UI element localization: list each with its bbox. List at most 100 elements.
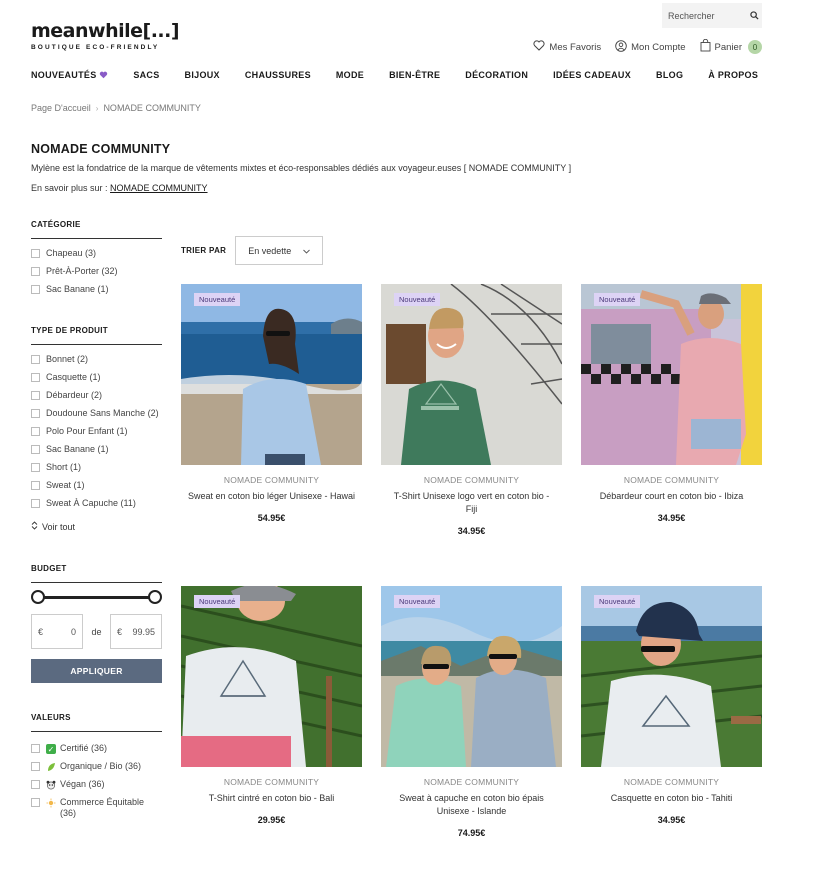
- product-brand[interactable]: NOMADE COMMUNITY: [181, 777, 362, 787]
- slider-max-handle[interactable]: [148, 590, 162, 604]
- chevron-updown-icon: [31, 521, 38, 532]
- bag-icon: [700, 38, 711, 55]
- nav-item-8[interactable]: BLOG: [656, 70, 683, 80]
- product-name[interactable]: T-Shirt cintré en coton bio - Bali: [181, 792, 362, 805]
- filter-option[interactable]: Sweat (1): [31, 480, 162, 491]
- breadcrumb-current: NOMADE COMMUNITY: [103, 103, 201, 113]
- filter-option[interactable]: Commerce Équitable (36): [31, 797, 162, 819]
- product-card[interactable]: Nouveauté NOMADE COMMUNITY Sweat à capuche…: [381, 586, 562, 869]
- favorites-link[interactable]: Mes Favoris: [533, 40, 601, 54]
- new-badge: Nouveauté: [194, 293, 241, 306]
- filter-option-label: Débardeur (2): [46, 390, 103, 400]
- breadcrumb: Page D'accueil › NOMADE COMMUNITY: [31, 103, 201, 113]
- product-name[interactable]: Sweat à capuche en coton bio épais Unise…: [381, 792, 562, 818]
- nav-item-label: CHAUSSURES: [244, 70, 311, 80]
- search-icon[interactable]: [746, 8, 762, 24]
- product-name[interactable]: T-Shirt Unisexe logo vert en coton bio -…: [381, 490, 562, 516]
- product-name[interactable]: Sweat en coton bio léger Unisexe - Hawai: [181, 490, 362, 503]
- search-placeholder: Rechercher: [668, 10, 715, 21]
- nav-item-3[interactable]: CHAUSSURES: [245, 70, 311, 80]
- cart-link[interactable]: Panier 0: [700, 38, 762, 55]
- checkbox[interactable]: [31, 355, 40, 364]
- product-image[interactable]: Nouveauté: [381, 284, 562, 465]
- product-image[interactable]: Nouveauté: [181, 284, 362, 465]
- nav-item-label: BLOG: [656, 70, 684, 80]
- green-check-icon: ✓: [46, 744, 56, 754]
- product-name[interactable]: Casquette en coton bio - Tahiti: [581, 792, 762, 805]
- product-card[interactable]: Nouveauté NOMADE COMMUNITY Sweat en coton …: [181, 284, 362, 586]
- checkbox[interactable]: [31, 445, 40, 454]
- slider-min-handle[interactable]: [31, 590, 45, 604]
- product-brand[interactable]: NOMADE COMMUNITY: [581, 777, 762, 787]
- nav-item-6[interactable]: DÉCORATION: [465, 70, 528, 80]
- filter-option-label: Sac Banane (1): [46, 284, 109, 294]
- apply-button[interactable]: APPLIQUER: [31, 659, 162, 683]
- filter-option[interactable]: Débardeur (2): [31, 390, 162, 401]
- nav-item-7[interactable]: IDÉES CADEAUX: [553, 70, 631, 80]
- checkbox[interactable]: [31, 285, 40, 294]
- product-image[interactable]: Nouveauté: [381, 586, 562, 767]
- product-card[interactable]: Nouveauté NOMADE COMMUNITY Casquette en co…: [581, 586, 762, 869]
- price-range-slider[interactable]: [31, 589, 162, 605]
- checkbox[interactable]: [31, 798, 40, 807]
- checkbox[interactable]: [31, 762, 40, 771]
- filter-option[interactable]: Sac Banane (1): [31, 444, 162, 455]
- checkbox[interactable]: [31, 481, 40, 490]
- filter-option[interactable]: Casquette (1): [31, 372, 162, 383]
- product-image[interactable]: Nouveauté: [581, 284, 762, 465]
- checkbox[interactable]: [31, 373, 40, 382]
- new-badge: Nouveauté: [194, 595, 241, 608]
- new-badge: Nouveauté: [594, 293, 641, 306]
- filter-option-label: Polo Pour Enfant (1): [46, 426, 128, 436]
- checkbox[interactable]: [31, 267, 40, 276]
- nav-item-0[interactable]: NOUVEAUTÉS: [31, 70, 108, 80]
- product-card[interactable]: Nouveauté NOMADE COMMUNITY T-Shirt cintré …: [181, 586, 362, 869]
- checkbox[interactable]: [31, 249, 40, 258]
- checkbox[interactable]: [31, 409, 40, 418]
- account-link[interactable]: Mon Compte: [615, 39, 686, 55]
- product-brand[interactable]: NOMADE COMMUNITY: [581, 475, 762, 485]
- filter-type-title: TYPE DE PRODUIT: [31, 326, 162, 345]
- product-brand[interactable]: NOMADE COMMUNITY: [381, 777, 562, 787]
- product-card[interactable]: Nouveauté NOMADE COMMUNITY Débardeur court…: [581, 284, 762, 586]
- checkbox[interactable]: [31, 427, 40, 436]
- product-brand[interactable]: NOMADE COMMUNITY: [181, 475, 362, 485]
- see-all-button[interactable]: Voir tout: [31, 521, 162, 532]
- filter-option[interactable]: Végan (36): [31, 779, 162, 790]
- filter-option[interactable]: Doudoune Sans Manche (2): [31, 408, 162, 419]
- filter-option[interactable]: Chapeau (3): [31, 248, 162, 259]
- product-image[interactable]: Nouveauté: [181, 586, 362, 767]
- filter-option[interactable]: Sweat À Capuche (11): [31, 498, 162, 509]
- checkbox[interactable]: [31, 499, 40, 508]
- nav-item-9[interactable]: À PROPOS: [708, 70, 758, 80]
- product-brand[interactable]: NOMADE COMMUNITY: [381, 475, 562, 485]
- nav-item-2[interactable]: BIJOUX: [185, 70, 220, 80]
- checkbox[interactable]: [31, 463, 40, 472]
- filter-option[interactable]: Organique / Bio (36): [31, 761, 162, 772]
- product-name[interactable]: Débardeur court en coton bio - Ibiza: [581, 490, 762, 503]
- brand-link[interactable]: NOMADE COMMUNITY: [110, 183, 208, 193]
- product-price: 29.95€: [257, 815, 286, 825]
- filter-option[interactable]: Bonnet (2): [31, 354, 162, 365]
- breadcrumb-home[interactable]: Page D'accueil: [31, 103, 91, 113]
- price-max-input[interactable]: € 99.95: [109, 614, 162, 649]
- checkbox[interactable]: [31, 780, 40, 789]
- product-card[interactable]: Nouveauté NOMADE COMMUNITY T-Shirt Unisexe…: [381, 284, 562, 586]
- price-min-input[interactable]: € 0: [31, 614, 83, 649]
- site-logo[interactable]: meanwhile[...] BOUTIQUE ECO-FRIENDLY: [31, 20, 180, 51]
- nav-item-4[interactable]: MODE: [336, 70, 364, 80]
- sort-control: TRIER PAR En vedette: [181, 236, 324, 265]
- nav-item-5[interactable]: BIEN-ÊTRE: [389, 70, 440, 80]
- checkbox[interactable]: [31, 391, 40, 400]
- filter-option[interactable]: Prêt-À-Porter (32): [31, 266, 162, 277]
- filter-option[interactable]: Short (1): [31, 462, 162, 473]
- checkbox[interactable]: [31, 744, 40, 753]
- filter-option[interactable]: Polo Pour Enfant (1): [31, 426, 162, 437]
- filter-option[interactable]: ✓ Certifié (36): [31, 743, 162, 754]
- search-input[interactable]: Rechercher: [662, 3, 762, 28]
- sort-select[interactable]: En vedette: [235, 236, 324, 265]
- filter-option-label: Prêt-À-Porter (32): [46, 266, 118, 276]
- filter-option[interactable]: Sac Banane (1): [31, 284, 162, 295]
- product-image[interactable]: Nouveauté: [581, 586, 762, 767]
- nav-item-1[interactable]: SACS: [133, 70, 159, 80]
